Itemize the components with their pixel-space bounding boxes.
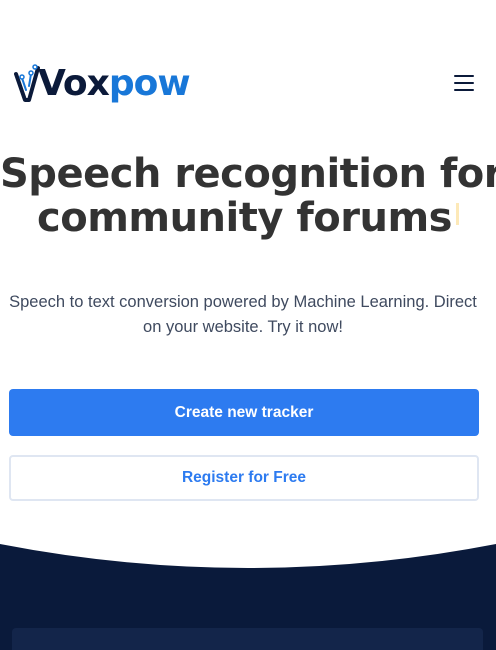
hero-title: Speech recognition for community forums <box>0 152 496 240</box>
logo-text-blue: pow <box>108 63 191 104</box>
hero-title-line-2: community forums <box>35 195 462 241</box>
menu-bar <box>454 75 474 77</box>
menu-bar <box>454 82 474 84</box>
hamburger-menu-icon[interactable] <box>452 73 476 91</box>
hero-subtitle: Speech to text conversion powered by Mac… <box>9 293 477 336</box>
logo-text-dark: Vox <box>38 63 110 104</box>
navbar: Voxpow <box>0 56 496 106</box>
voxpow-logo[interactable]: Voxpow <box>14 60 191 104</box>
create-new-tracker-button[interactable]: Create new tracker <box>9 389 479 436</box>
menu-bar <box>454 89 474 91</box>
register-for-free-button[interactable]: Register for Free <box>9 455 479 501</box>
logo-v-mark-icon <box>14 64 40 102</box>
hero-title-line-1: Speech recognition for <box>0 151 496 197</box>
dark-section-card <box>12 628 483 650</box>
logo-wordmark: Voxpow <box>38 63 191 104</box>
typing-cursor <box>455 203 459 225</box>
